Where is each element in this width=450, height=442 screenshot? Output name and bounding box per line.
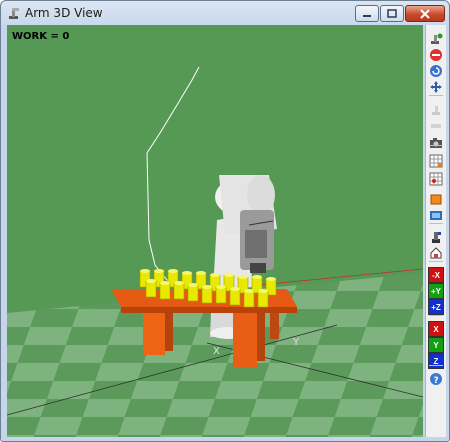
part-cylinder-top <box>216 285 226 289</box>
toolbar-separator <box>429 95 443 96</box>
grid-point-button[interactable] <box>428 171 444 187</box>
work-counter: WORK = 0 <box>12 31 70 42</box>
home-robot-button[interactable] <box>428 245 444 261</box>
maximize-button[interactable] <box>380 5 404 22</box>
robot-small-icon <box>429 230 443 244</box>
x-rotate-button[interactable]: X <box>428 321 444 337</box>
plus-y-icon: +Y <box>430 286 441 296</box>
part-cylinder-top <box>238 275 248 279</box>
part-cylinder-top <box>266 277 276 281</box>
y-rotate-icon: Y <box>433 340 439 350</box>
part-cylinder <box>229 288 241 306</box>
part-cylinder-top <box>230 287 240 291</box>
minus-x-button[interactable]: -X <box>428 267 444 283</box>
toolbar-separator <box>429 315 443 316</box>
grid-view-icon <box>429 154 443 168</box>
part-cylinder-top <box>140 269 150 273</box>
move-arrows-icon <box>429 80 443 94</box>
part-cylinder-top <box>188 283 198 287</box>
robot-small-button[interactable] <box>428 229 444 245</box>
maximize-icon <box>387 9 397 18</box>
no-entry-icon <box>429 48 443 62</box>
part-cylinder <box>257 290 269 308</box>
robot-arm-app-icon <box>9 8 19 19</box>
toolbar-separator <box>429 223 443 224</box>
minimize-icon <box>363 14 371 17</box>
close-icon <box>420 8 430 19</box>
toolbar-separator <box>429 261 443 262</box>
svg-text:?: ? <box>434 376 439 386</box>
help-button[interactable]: ? <box>428 371 444 387</box>
part-cylinder-top <box>154 269 164 273</box>
no-entry-button[interactable] <box>428 47 444 63</box>
part-cylinder-top <box>224 273 234 277</box>
part-cylinder-top <box>258 289 268 293</box>
grid-point-icon <box>429 172 443 186</box>
part-cylinder-top <box>174 281 184 285</box>
part-cylinder-top <box>210 273 220 277</box>
right-toolbar: -X +Y +Z X Y Z? <box>425 25 446 437</box>
table-leg-front-left <box>143 313 165 355</box>
toolbar-separator <box>429 145 443 146</box>
part-cylinder <box>243 290 255 308</box>
camera-button[interactable] <box>428 135 444 151</box>
blue-panel-icon <box>429 208 443 222</box>
title-bar[interactable]: Arm 3D View <box>1 1 449 25</box>
toolbar-separator <box>429 365 443 366</box>
part-cylinder <box>145 280 157 298</box>
part-cylinder <box>215 286 227 304</box>
grid-view-button[interactable] <box>428 153 444 169</box>
robot-run-button[interactable] <box>428 31 444 47</box>
robot-disabled-icon <box>429 103 443 117</box>
move-arrows-button[interactable] <box>428 79 444 95</box>
part-cylinder <box>201 286 213 304</box>
x-rotate-icon: X <box>433 324 439 334</box>
part-cylinder-top <box>168 269 178 273</box>
plus-z-icon: +Z <box>431 302 441 312</box>
part-cylinder-top <box>252 275 262 279</box>
3d-viewport[interactable]: X Y WORK = 0 <box>7 25 423 437</box>
minimize-button[interactable] <box>355 5 379 22</box>
part-cylinder-top <box>202 285 212 289</box>
stripe-disabled-icon <box>429 119 443 133</box>
part-cylinder <box>173 282 185 300</box>
refresh-button[interactable] <box>428 63 444 79</box>
robot-run-icon <box>429 32 443 46</box>
part-cylinder-top <box>160 281 170 285</box>
orange-box-icon <box>429 192 443 206</box>
blue-panel-button[interactable] <box>428 207 444 223</box>
scene-render: X Y <box>7 66 423 437</box>
trajectory-path <box>146 66 208 294</box>
axis-y-label: Y <box>292 337 300 348</box>
part-cylinder-top <box>146 279 156 283</box>
part-cylinder-top <box>196 271 206 275</box>
z-rotate-button[interactable]: Z <box>428 353 444 369</box>
part-cylinder-top <box>244 289 254 293</box>
close-button[interactable] <box>405 5 445 22</box>
stripe-disabled-button[interactable] <box>428 118 444 134</box>
arm-3d-view-window: Arm 3D View X Y WORK = 0 -X +Y +Z X Y Z … <box>0 0 450 442</box>
part-cylinder <box>187 284 199 302</box>
part-cylinder <box>159 282 171 300</box>
plus-y-button[interactable]: +Y <box>428 283 444 299</box>
camera-icon <box>429 136 443 150</box>
plus-z-button[interactable]: +Z <box>428 299 444 315</box>
y-rotate-button[interactable]: Y <box>428 337 444 353</box>
window-title: Arm 3D View <box>25 6 103 20</box>
table-leg-back-right <box>270 313 279 339</box>
orange-box-button[interactable] <box>428 191 444 207</box>
table-leg-front-right <box>233 313 257 367</box>
robot-disabled-button[interactable] <box>428 102 444 118</box>
home-robot-icon <box>429 246 443 260</box>
refresh-icon <box>429 64 443 78</box>
minus-x-icon: -X <box>432 270 440 280</box>
part-cylinder-top <box>182 271 192 275</box>
help-icon: ? <box>429 372 443 386</box>
axis-x-label: X <box>213 346 220 357</box>
